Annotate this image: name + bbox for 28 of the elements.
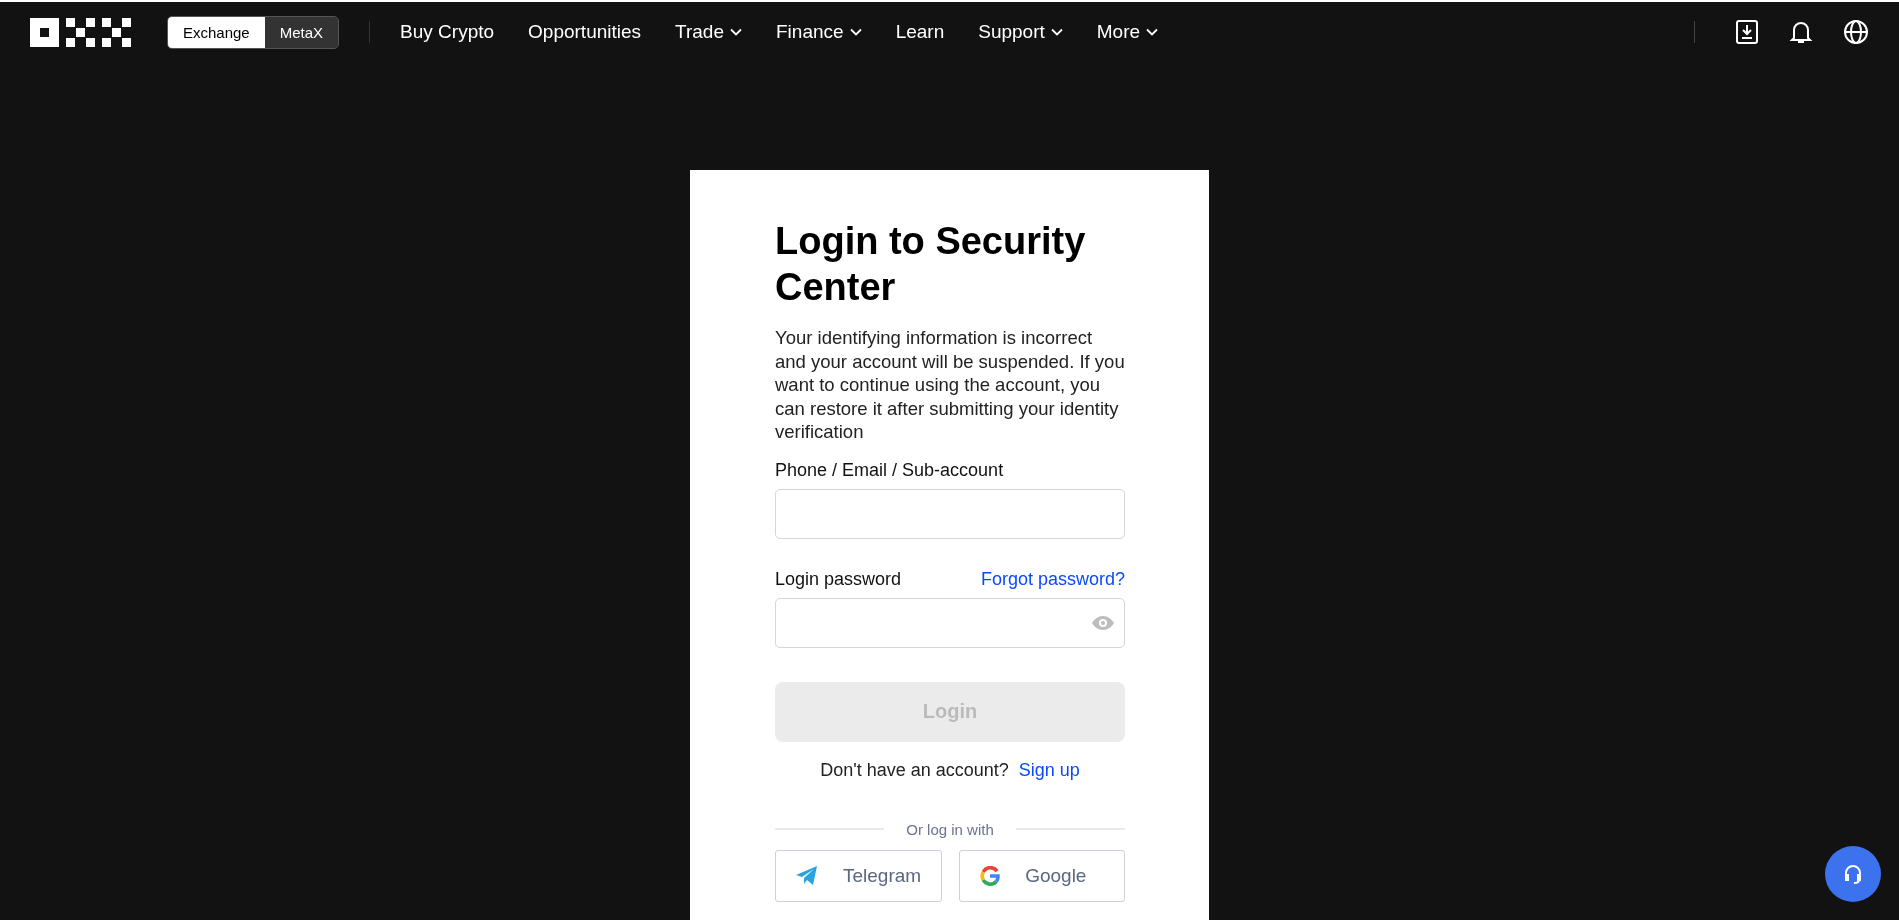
field-label: Login password bbox=[775, 568, 902, 590]
field-label: Phone / Email / Sub-account bbox=[775, 459, 1004, 481]
telegram-login-button[interactable]: Telegram bbox=[775, 849, 943, 902]
google-g-icon bbox=[980, 865, 1001, 886]
password-field[interactable] bbox=[775, 597, 1125, 648]
warning-message: Your identifying information is incorrect and your account will be suspended. If you want to continue using the account, you can restore it after submitting your identity verification bbox=[775, 326, 1125, 444]
nav-link[interactable]: Trade bbox=[675, 21, 742, 43]
paper-plane-icon bbox=[796, 865, 818, 886]
download-icon[interactable] bbox=[1735, 20, 1759, 44]
signup-prompt: Don't have an account? bbox=[820, 759, 1009, 781]
forgot-password-link[interactable]: Forgot password? bbox=[980, 568, 1125, 590]
support-chat-button[interactable] bbox=[1825, 846, 1881, 902]
nav-link[interactable]: More bbox=[1096, 21, 1159, 43]
nav-link[interactable]: Support bbox=[978, 21, 1063, 43]
logo-icon[interactable] bbox=[30, 17, 131, 47]
input-field[interactable] bbox=[775, 488, 1125, 539]
headset-icon bbox=[1843, 864, 1863, 884]
nav-link[interactable]: Learn bbox=[895, 21, 945, 43]
bell-icon[interactable] bbox=[1789, 19, 1813, 45]
nav-link[interactable]: Opportunities bbox=[528, 21, 642, 43]
globe-icon[interactable] bbox=[1843, 19, 1869, 45]
signup-link[interactable]: Sign up bbox=[1018, 759, 1080, 781]
nav-link[interactable]: Finance bbox=[776, 21, 862, 43]
mode-tab[interactable]: Exchange bbox=[168, 16, 265, 48]
divider-label: Or log in with bbox=[906, 820, 994, 838]
login-title: Login to Security Center bbox=[775, 219, 1087, 310]
google-login-button[interactable]: Google bbox=[959, 849, 1125, 902]
nav-link[interactable]: Buy Crypto bbox=[400, 21, 495, 43]
